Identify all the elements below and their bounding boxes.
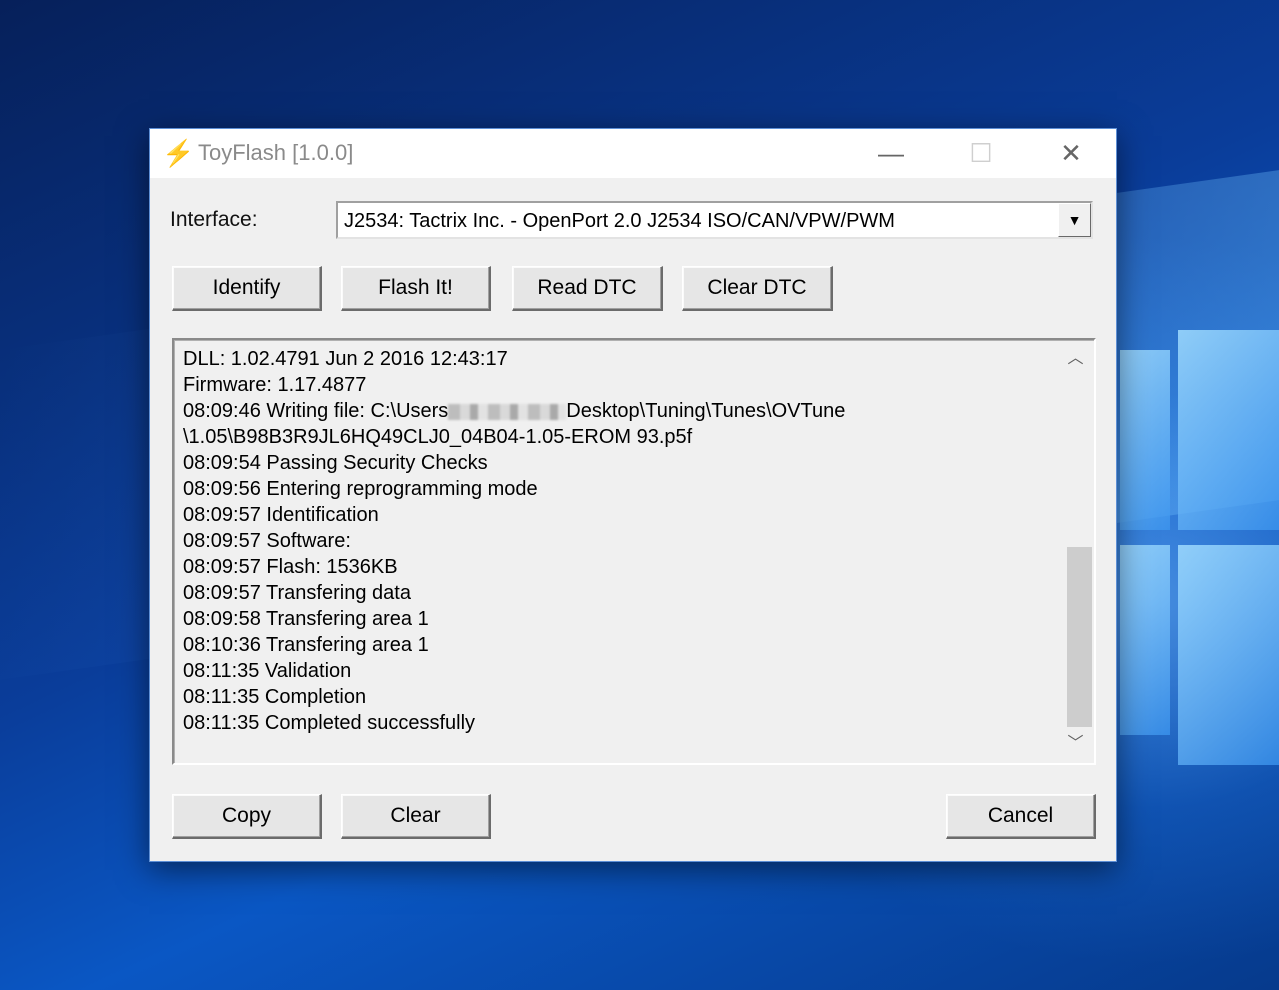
interface-select[interactable]: J2534: Tactrix Inc. - OpenPort 2.0 J2534… <box>336 201 1093 239</box>
redacted-username <box>448 403 567 420</box>
read-dtc-button[interactable]: Read DTC <box>512 266 663 311</box>
log-line-part: Desktop\Tuning\Tunes\OVTune <box>566 400 846 422</box>
chevron-down-icon[interactable]: ﹀ <box>1059 727 1092 761</box>
copy-button[interactable]: Copy <box>172 794 322 839</box>
clear-dtc-button[interactable]: Clear DTC <box>682 266 833 311</box>
window-title: ToyFlash [1.0.0] <box>198 140 354 165</box>
flash-it-button[interactable]: Flash It! <box>341 266 491 311</box>
log-line: Firmware: 1.17.4877 <box>183 374 367 396</box>
chevron-down-icon[interactable]: ▼ <box>1058 203 1091 237</box>
log-line: 08:11:35 Validation <box>183 660 352 682</box>
log-line: 08:09:54 Passing Security Checks <box>183 452 488 474</box>
identify-button[interactable]: Identify <box>172 266 322 311</box>
log-line: \1.05\B98B3R9JL6HQ49CLJ0_04B04-1.05-EROM… <box>183 426 693 448</box>
log-line: 08:09:57 Software: <box>183 530 351 552</box>
chevron-up-icon[interactable]: ︿ <box>1059 342 1092 376</box>
log-line: 08:09:57 Flash: 1536KB <box>183 556 398 578</box>
log-line: 08:11:35 Completion <box>183 686 367 708</box>
log-line: DLL: 1.02.4791 Jun 2 2016 12:43:17 <box>183 348 508 370</box>
log-line: 08:09:56 Entering reprogramming mode <box>183 478 538 500</box>
log-lines: DLL: 1.02.4791 Jun 2 2016 12:43:17 Firmw… <box>183 346 1053 736</box>
toyflash-window: ⚡ ToyFlash [1.0.0] — ☐ ✕ Interface: J253… <box>149 128 1117 862</box>
scrollbar-thumb[interactable] <box>1067 547 1092 727</box>
log-line: 08:11:35 Completed successfully <box>183 712 476 734</box>
log-line: 08:10:36 Transfering area 1 <box>183 634 429 656</box>
close-button[interactable]: ✕ <box>1026 129 1116 178</box>
maximize-button[interactable]: ☐ <box>936 129 1026 178</box>
cancel-button[interactable]: Cancel <box>946 794 1096 839</box>
lightning-bolt-icon: ⚡ <box>162 138 195 168</box>
log-line: 08:09:58 Transfering area 1 <box>183 608 429 630</box>
interface-select-value: J2534: Tactrix Inc. - OpenPort 2.0 J2534… <box>344 210 895 232</box>
vertical-scrollbar[interactable]: ︿ ﹀ <box>1059 342 1092 761</box>
log-line: 08:09:57 Transfering data <box>183 582 411 604</box>
clear-log-button[interactable]: Clear <box>341 794 491 839</box>
interface-label: Interface: <box>170 208 258 231</box>
title-bar[interactable]: ⚡ ToyFlash [1.0.0] — ☐ ✕ <box>150 129 1116 178</box>
log-line-part: 08:09:46 Writing file: C:\Users <box>183 400 449 422</box>
log-line: 08:09:57 Identification <box>183 504 379 526</box>
log-output[interactable]: DLL: 1.02.4791 Jun 2 2016 12:43:17 Firmw… <box>172 338 1096 765</box>
log-line: 08:09:46 Writing file: C:\Users Desktop\T… <box>183 398 1053 424</box>
minimize-button[interactable]: — <box>846 129 936 178</box>
